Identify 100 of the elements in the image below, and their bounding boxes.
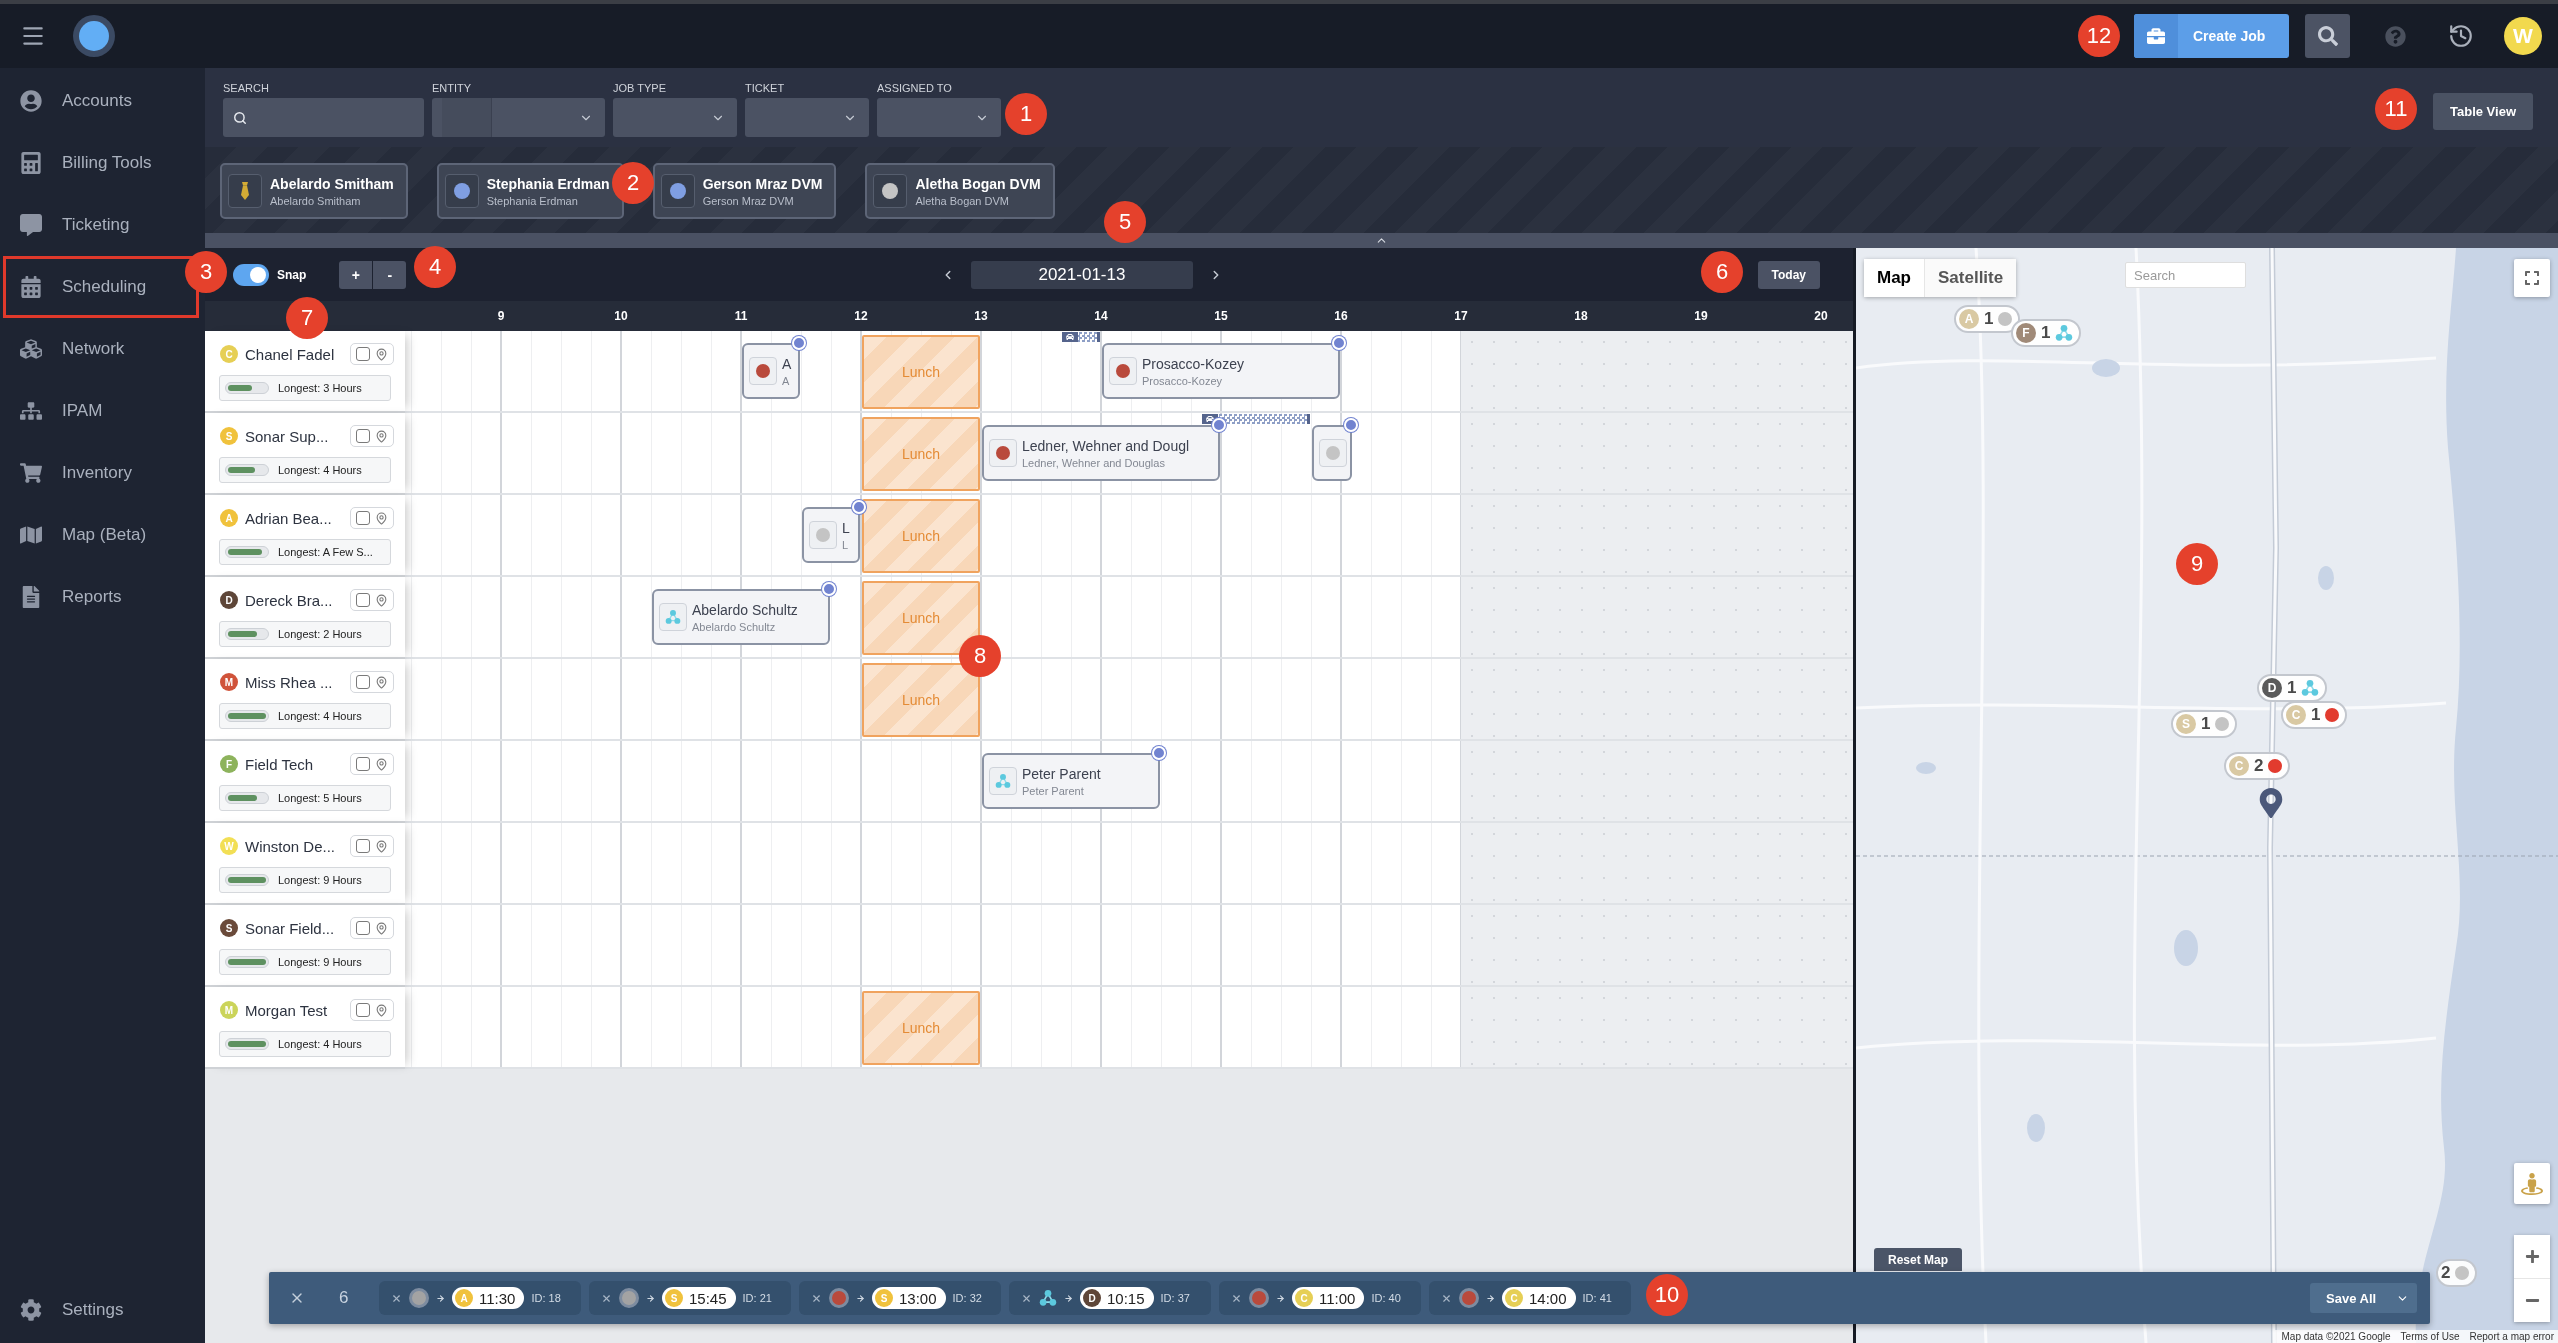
- pin-icon[interactable]: [375, 757, 388, 771]
- job-card[interactable]: Peter Parent Peter Parent: [982, 753, 1160, 809]
- marker-dot-icon[interactable]: [852, 500, 866, 514]
- close-icon[interactable]: [391, 1292, 402, 1304]
- pin-icon[interactable]: [375, 1003, 388, 1017]
- sidebar-item[interactable]: Settings: [0, 1279, 205, 1341]
- sidebar-item[interactable]: Accounts: [0, 70, 205, 132]
- map-type-tab[interactable]: Map: [1864, 259, 1924, 297]
- job-chip[interactable]: A 11:30 ID: 18: [379, 1281, 581, 1315]
- checkbox[interactable]: [356, 429, 370, 443]
- pond-shape: [2318, 566, 2334, 590]
- map-marker[interactable]: A 1: [1954, 305, 2021, 333]
- dropdown-field[interactable]: [877, 98, 1001, 137]
- marker-dot-icon[interactable]: [822, 582, 836, 596]
- dropdown-field[interactable]: [613, 98, 737, 137]
- dropdown-field[interactable]: [432, 98, 605, 137]
- close-icon[interactable]: [1441, 1292, 1452, 1304]
- checkbox[interactable]: [356, 757, 370, 771]
- map-link[interactable]: Report a map error: [2469, 1331, 2554, 1342]
- entity-name: Gerson Mraz DVM: [702, 175, 823, 192]
- checkbox[interactable]: [356, 839, 370, 853]
- entity-card[interactable]: Stephania Erdman Stephania Erdman: [436, 163, 624, 219]
- today-button[interactable]: Today: [1757, 260, 1820, 289]
- pin-icon[interactable]: [375, 921, 388, 935]
- close-icon[interactable]: [811, 1292, 822, 1304]
- logo-icon[interactable]: [73, 15, 115, 57]
- date-field[interactable]: 2021-01-13: [970, 260, 1193, 289]
- job-card[interactable]: Ledner, Wehner and Dougl Ledner, Wehner and Douglas: [982, 425, 1220, 481]
- pin-icon[interactable]: [375, 593, 388, 607]
- map-marker[interactable]: C 1: [2281, 701, 2348, 729]
- close-icon[interactable]: [1231, 1292, 1242, 1304]
- calendar-icon: [20, 276, 42, 298]
- dropdown-field[interactable]: [745, 98, 869, 137]
- close-icon[interactable]: [1021, 1292, 1032, 1304]
- zoom-in-button[interactable]: [2514, 1235, 2550, 1278]
- help-icon[interactable]: [2385, 25, 2406, 47]
- job-card[interactable]: Prosacco-Kozey Prosacco-Kozey: [1102, 343, 1340, 399]
- entity-card[interactable]: Gerson Mraz DVM Gerson Mraz DVM: [652, 163, 837, 219]
- sidebar-item[interactable]: Scheduling: [3, 256, 199, 318]
- search-field[interactable]: [223, 98, 424, 137]
- entity-card[interactable]: Aletha Bogan DVM Aletha Bogan DVM: [865, 163, 1055, 219]
- job-card[interactable]: L L: [802, 507, 860, 563]
- table-view-button[interactable]: Table View: [2433, 93, 2533, 130]
- zoom-out-button[interactable]: -: [373, 260, 407, 289]
- map-marker[interactable]: C 2: [2224, 752, 2291, 780]
- filter-label: TICKET: [745, 82, 786, 95]
- job-chip[interactable]: C 11:00 ID: 40: [1219, 1281, 1421, 1315]
- sidebar-item[interactable]: Inventory: [0, 442, 205, 504]
- fullscreen-button[interactable]: [2514, 259, 2550, 297]
- checkbox[interactable]: [356, 921, 370, 935]
- initial-avatar: A: [455, 1289, 473, 1307]
- marker-dot-icon[interactable]: [1332, 336, 1346, 350]
- entity-card[interactable]: Abelardo Smitham Abelardo Smitham: [220, 163, 408, 219]
- job-card[interactable]: Abelardo Schultz Abelardo Schultz: [652, 589, 830, 645]
- hour-label: 13: [974, 309, 988, 323]
- sidebar-item[interactable]: Billing Tools: [0, 132, 205, 194]
- pin-icon[interactable]: [375, 347, 388, 361]
- history-icon[interactable]: [2448, 23, 2474, 49]
- longest-text: Longest: 4 Hours: [278, 464, 362, 476]
- zoom-out-button[interactable]: [2514, 1279, 2550, 1322]
- marker-dot-icon[interactable]: [1344, 418, 1358, 432]
- job-chip[interactable]: C 14:00 ID: 41: [1429, 1281, 1631, 1315]
- reset-map-button[interactable]: Reset Map: [1874, 1248, 1963, 1271]
- job-chip[interactable]: S 15:45 ID: 21: [589, 1281, 791, 1315]
- map-search-field[interactable]: Search: [2125, 262, 2246, 288]
- checkbox[interactable]: [356, 347, 370, 361]
- marker-dot-icon[interactable]: [1212, 418, 1226, 432]
- map-type-tab[interactable]: Satellite: [1924, 259, 2017, 297]
- job-card[interactable]: [1312, 425, 1352, 481]
- map-marker[interactable]: S 1: [2171, 710, 2238, 738]
- initial-avatar: S: [220, 427, 238, 445]
- marker-dot-icon[interactable]: [1152, 746, 1166, 760]
- sidebar-item[interactable]: IPAM: [0, 380, 205, 442]
- pin-icon[interactable]: [375, 429, 388, 443]
- pin-icon[interactable]: [375, 675, 388, 689]
- snap-toggle[interactable]: [233, 263, 269, 286]
- person-icon: [2521, 1172, 2543, 1195]
- arrow-icon: [436, 1293, 445, 1303]
- map-marker[interactable]: F 1: [2011, 319, 2082, 347]
- job-card[interactable]: A A: [742, 343, 800, 399]
- checkbox[interactable]: [356, 593, 370, 607]
- initial-avatar: W: [220, 837, 238, 855]
- checkbox[interactable]: [356, 1003, 370, 1017]
- sidebar-item[interactable]: Map (Beta): [0, 504, 205, 566]
- marker-dot-icon[interactable]: [792, 336, 806, 350]
- save-all-button[interactable]: Save All: [2310, 1283, 2417, 1313]
- job-chip[interactable]: S 13:00 ID: 32: [799, 1281, 1001, 1315]
- sidebar-item[interactable]: Network: [0, 318, 205, 380]
- close-icon[interactable]: [601, 1292, 612, 1304]
- search-button[interactable]: [2305, 14, 2350, 58]
- map-marker[interactable]: D 1: [2257, 674, 2328, 702]
- job-chip[interactable]: D 10:15 ID: 37: [1009, 1281, 1211, 1315]
- checkbox[interactable]: [356, 511, 370, 525]
- pin-icon[interactable]: [375, 839, 388, 853]
- checkbox[interactable]: [356, 675, 370, 689]
- sidebar-item[interactable]: Reports: [0, 566, 205, 628]
- zoom-in-button[interactable]: +: [339, 260, 373, 289]
- map-link[interactable]: Terms of Use: [2400, 1331, 2460, 1342]
- pin-icon[interactable]: [375, 511, 388, 525]
- pegman-button[interactable]: [2514, 1163, 2550, 1204]
